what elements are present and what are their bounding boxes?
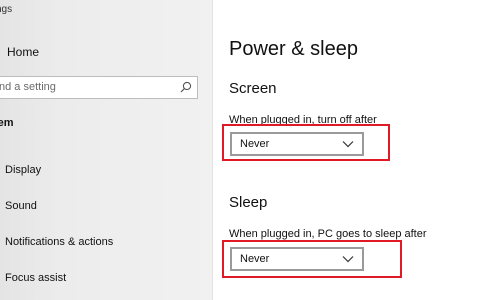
sidebar-section-label: tem <box>0 117 14 129</box>
screen-timeout-dropdown[interactable]: Never <box>230 132 364 156</box>
chevron-down-icon <box>342 256 354 263</box>
sidebar-item-display[interactable]: Display <box>0 161 212 181</box>
window-title: ngs <box>0 4 13 15</box>
sidebar-item-label: Sound <box>5 200 37 212</box>
sidebar: ngs Home nd a setting tem Display Sound … <box>0 0 213 300</box>
sleep-timeout-value: Never <box>240 253 270 265</box>
sidebar-item-label: Focus assist <box>5 272 67 284</box>
screen-timeout-value: Never <box>240 138 270 150</box>
sidebar-item-label: Notifications & actions <box>5 236 114 248</box>
chevron-down-icon <box>342 141 354 148</box>
sidebar-item-notifications[interactable]: Notifications & actions <box>0 233 212 253</box>
sidebar-item-label: Display <box>5 164 42 176</box>
sleep-timeout-dropdown[interactable]: Never <box>230 247 364 271</box>
screen-timeout-label: When plugged in, turn off after <box>229 114 377 126</box>
sidebar-item-focus-assist[interactable]: Focus assist <box>0 269 212 289</box>
main-content: Power & sleep Screen When plugged in, tu… <box>213 0 500 300</box>
search-placeholder: nd a setting <box>0 81 56 93</box>
sidebar-item-label: Home <box>7 45 40 59</box>
page-title: Power & sleep <box>229 38 358 60</box>
sleep-heading: Sleep <box>229 194 268 211</box>
search-input[interactable]: nd a setting <box>0 76 198 99</box>
sidebar-item-sound[interactable]: Sound <box>0 197 212 217</box>
search-icon[interactable] <box>180 81 192 93</box>
screen-heading: Screen <box>229 80 277 97</box>
sleep-timeout-label: When plugged in, PC goes to sleep after <box>229 228 427 240</box>
